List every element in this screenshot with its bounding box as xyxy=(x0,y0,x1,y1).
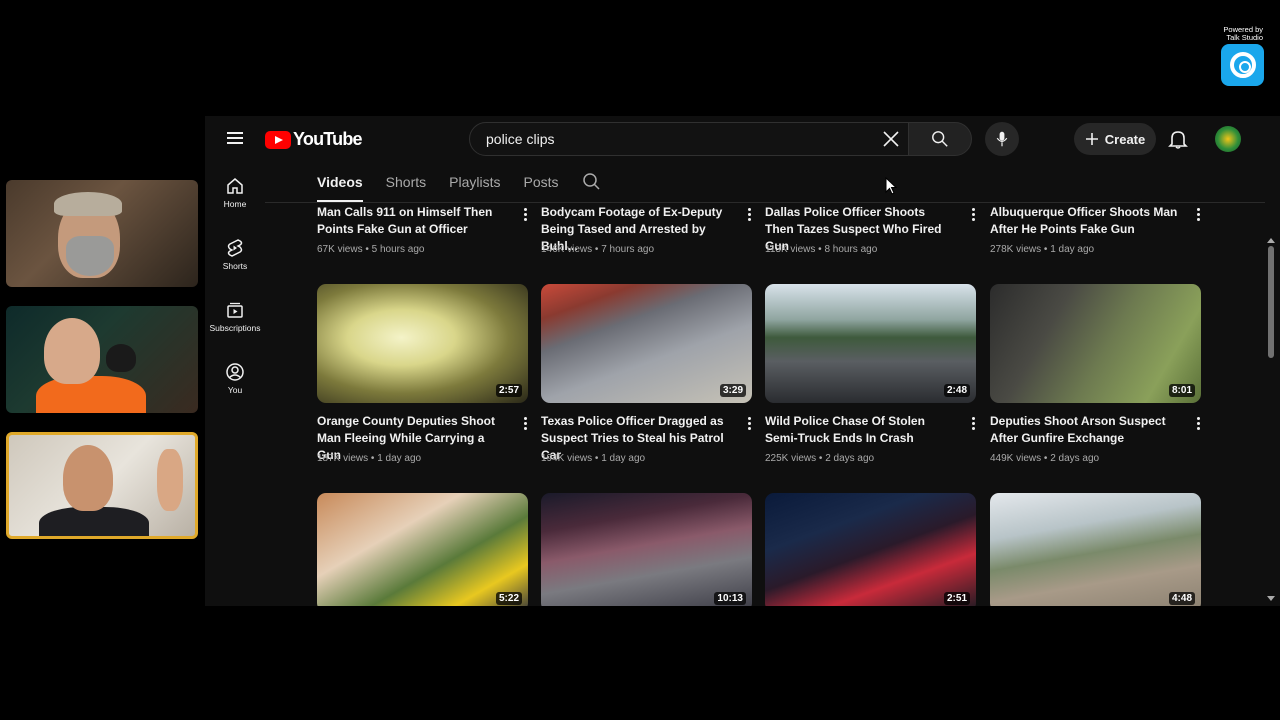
video-duration: 3:29 xyxy=(719,384,746,397)
tab-search-icon[interactable] xyxy=(582,172,602,192)
subscriptions-icon xyxy=(227,302,243,318)
search-button[interactable] xyxy=(908,122,972,156)
video-meta: 113K views • 8 hours ago xyxy=(765,244,878,255)
participant-shirt xyxy=(39,507,149,536)
video-duration: 8:01 xyxy=(1168,384,1195,397)
scroll-down-arrow-icon[interactable] xyxy=(1267,596,1275,601)
search-input[interactable] xyxy=(484,130,868,148)
video-meta: 146K views • 7 hours ago xyxy=(541,244,655,255)
video-title[interactable]: Wild Police Chase Of Stolen Semi-Truck E… xyxy=(765,413,957,447)
video-duration: 2:48 xyxy=(943,384,970,397)
participant-beard xyxy=(66,236,114,276)
video-title[interactable]: Albuquerque Officer Shoots Man After He … xyxy=(990,204,1182,238)
mouse-cursor-icon xyxy=(885,177,897,195)
webcam-participant-1 xyxy=(6,180,198,287)
video-thumbnail[interactable]: 3:29 xyxy=(541,284,752,403)
tab-playlists[interactable]: Playlists xyxy=(449,172,500,202)
channel-tabs: Videos Shorts Playlists Posts xyxy=(317,172,602,202)
video-meta: 187K views • 1 day ago xyxy=(317,453,422,464)
more-actions-icon[interactable] xyxy=(522,417,528,431)
scroll-up-arrow-icon[interactable] xyxy=(1267,238,1275,243)
home-icon xyxy=(227,178,243,194)
video-meta: 67K views • 5 hours ago xyxy=(317,244,425,255)
youtube-logo[interactable]: YouTube xyxy=(265,129,363,150)
clear-search-icon[interactable] xyxy=(882,130,900,148)
video-meta: 225K views • 2 days ago xyxy=(765,453,875,464)
powered-by-label: Powered by Talk Studio xyxy=(1223,26,1263,42)
voice-search-button[interactable] xyxy=(985,122,1019,156)
video-title[interactable]: Man Calls 911 on Himself Then Points Fak… xyxy=(317,204,509,238)
search-icon xyxy=(932,131,948,147)
sidebar-item-label: Shorts xyxy=(222,261,248,271)
participant-cap xyxy=(54,192,122,216)
video-title[interactable]: Deputies Shoot Arson Suspect After Gunfi… xyxy=(990,413,1182,447)
tab-posts[interactable]: Posts xyxy=(523,172,558,202)
sidebar-item-label: Subscriptions xyxy=(209,323,261,333)
video-meta: 278K views • 1 day ago xyxy=(990,244,1095,255)
more-actions-icon[interactable] xyxy=(970,208,976,222)
participant-face xyxy=(63,445,113,511)
microphone-icon xyxy=(106,344,136,372)
sidebar-item-label: Home xyxy=(223,199,247,209)
talk-studio-logo-icon xyxy=(1221,44,1264,86)
video-duration: 2:57 xyxy=(495,384,522,397)
more-actions-icon[interactable] xyxy=(1195,417,1201,431)
guide-sidebar: Home Shorts Subscriptions You xyxy=(205,176,265,424)
create-button[interactable]: Create xyxy=(1074,123,1156,155)
menu-icon[interactable] xyxy=(227,132,243,144)
tab-shorts[interactable]: Shorts xyxy=(386,172,426,202)
video-thumbnail[interactable]: 2:51 xyxy=(765,493,976,606)
video-meta: 194K views • 1 day ago xyxy=(541,453,646,464)
video-duration: 4:48 xyxy=(1168,592,1195,605)
video-thumbnail[interactable]: 4:48 xyxy=(990,493,1201,606)
participant-hand xyxy=(157,449,183,511)
create-label: Create xyxy=(1104,131,1146,147)
sidebar-item-label: You xyxy=(227,385,243,395)
search-box xyxy=(469,122,909,156)
plus-icon xyxy=(1085,133,1098,145)
video-meta: 449K views • 2 days ago xyxy=(990,453,1100,464)
notifications-bell-icon[interactable] xyxy=(1167,128,1189,150)
video-thumbnail[interactable]: 8:01 xyxy=(990,284,1201,403)
more-actions-icon[interactable] xyxy=(522,208,528,222)
youtube-logo-text: YouTube xyxy=(293,129,363,149)
sidebar-item-you[interactable]: You xyxy=(205,362,265,424)
sidebar-item-subscriptions[interactable]: Subscriptions xyxy=(205,300,265,362)
video-duration: 2:51 xyxy=(943,592,970,605)
video-thumbnail[interactable]: 5:22 xyxy=(317,493,528,606)
sidebar-item-shorts[interactable]: Shorts xyxy=(205,238,265,300)
more-actions-icon[interactable] xyxy=(746,208,752,222)
video-duration: 5:22 xyxy=(495,592,522,605)
microphone-icon xyxy=(996,131,1008,147)
video-thumbnail[interactable]: 10:13 xyxy=(541,493,752,606)
youtube-window: YouTube Create xyxy=(205,116,1280,606)
participant-shirt xyxy=(36,376,146,413)
participant-face xyxy=(44,318,100,384)
more-actions-icon[interactable] xyxy=(746,417,752,431)
masthead: YouTube Create xyxy=(205,116,1280,162)
tabs-divider xyxy=(265,202,1265,203)
video-thumbnail[interactable]: 2:48 xyxy=(765,284,976,403)
video-thumbnail[interactable]: 2:57 xyxy=(317,284,528,403)
shorts-icon xyxy=(227,239,243,257)
sidebar-item-home[interactable]: Home xyxy=(205,176,265,238)
video-duration: 10:13 xyxy=(714,592,746,605)
webcam-participant-2 xyxy=(6,306,198,413)
scrollbar-thumb[interactable] xyxy=(1268,246,1274,358)
more-actions-icon[interactable] xyxy=(970,417,976,431)
webcam-participant-3-active xyxy=(6,432,198,539)
you-icon xyxy=(226,363,244,381)
tab-videos[interactable]: Videos xyxy=(317,172,363,202)
powered-by-line2: Talk Studio xyxy=(1226,33,1263,42)
account-avatar[interactable] xyxy=(1215,126,1241,152)
more-actions-icon[interactable] xyxy=(1195,208,1201,222)
youtube-play-icon xyxy=(265,130,291,149)
